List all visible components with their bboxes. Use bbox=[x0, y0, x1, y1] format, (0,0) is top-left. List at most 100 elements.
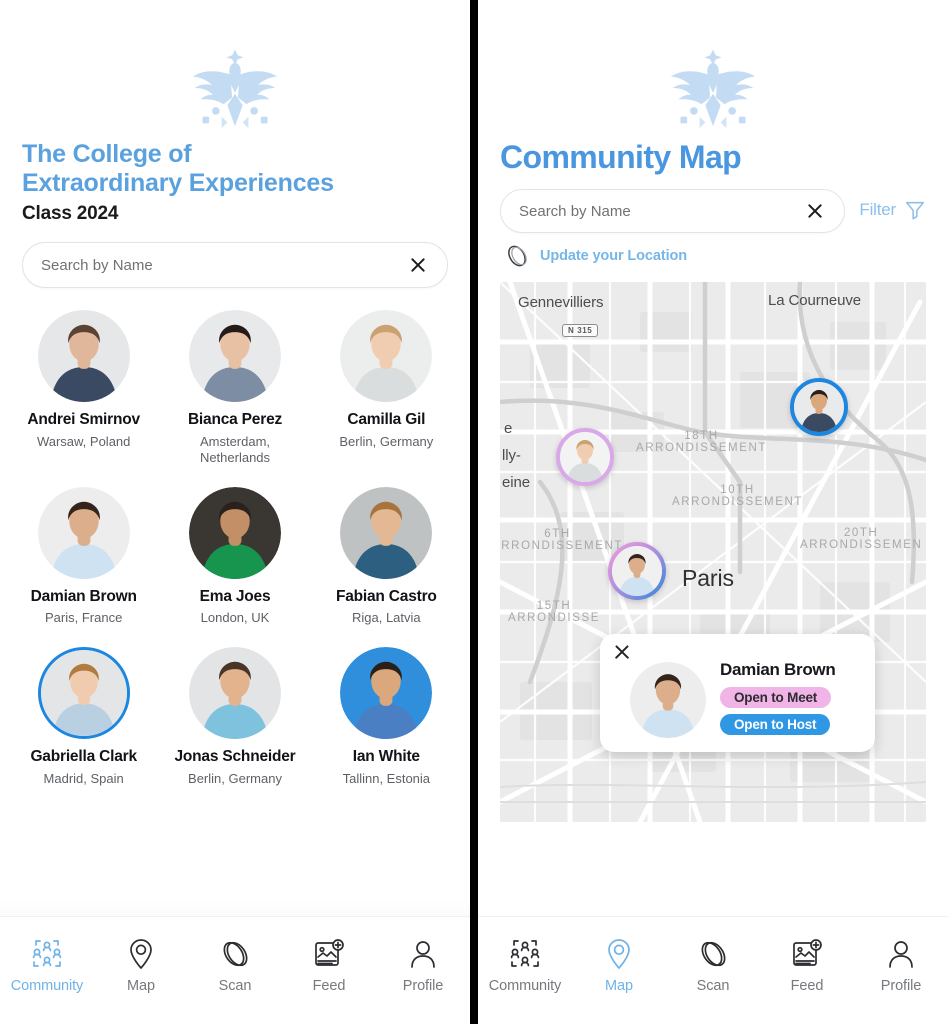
avatar-illustration bbox=[612, 546, 662, 597]
community-icon bbox=[510, 940, 540, 967]
close-icon[interactable] bbox=[804, 200, 826, 222]
road-shield-label: N 315 bbox=[562, 324, 599, 338]
map-page-title: Community Map bbox=[500, 139, 742, 175]
search-input[interactable] bbox=[41, 256, 407, 274]
member-grid: Andrei Smirnov Warsaw, Poland Bianca Perez… bbox=[8, 288, 462, 797]
avatar-illustration bbox=[188, 647, 281, 740]
brand-logo bbox=[478, 0, 948, 140]
person-icon bbox=[411, 941, 435, 968]
close-icon[interactable] bbox=[613, 643, 631, 661]
nav-item-map[interactable]: Map bbox=[98, 937, 184, 994]
update-location-label: Update your Location bbox=[540, 248, 688, 265]
community-icon bbox=[32, 940, 62, 967]
map-person-pin[interactable] bbox=[556, 428, 614, 487]
member-card[interactable]: Bianca Perez Amsterdam, Netherlands bbox=[159, 304, 310, 477]
member-location: Tallinn, Estonia bbox=[342, 770, 431, 786]
community-map[interactable]: Gennevilliers La Courneuve lly-eine e Paris 1… bbox=[500, 282, 926, 823]
community-screen: The College of Extraordinary Experiences… bbox=[0, 0, 470, 1024]
nav-item-label: Map bbox=[127, 978, 155, 994]
map-person-pin[interactable] bbox=[608, 542, 666, 600]
nav-item-scan[interactable]: Scan bbox=[670, 937, 756, 994]
page-title-line1: The College of bbox=[22, 140, 192, 168]
left-header: The College of Extraordinary Experiences… bbox=[0, 140, 470, 225]
map-screen: Community Map Filter Update your Locatio… bbox=[478, 0, 948, 1024]
nav-item-feed[interactable]: Feed bbox=[764, 937, 850, 994]
map-place-label: Paris bbox=[682, 565, 734, 592]
status-badge-open-to-meet[interactable]: Open to Meet bbox=[720, 686, 832, 708]
nav-item-label: Scan bbox=[218, 978, 252, 994]
funnel-icon bbox=[905, 202, 925, 220]
nav-item-profile[interactable]: Profile bbox=[380, 937, 466, 994]
avatar[interactable] bbox=[340, 310, 433, 402]
phoenix-emblem-icon bbox=[670, 49, 756, 129]
member-card[interactable]: Andrei Smirnov Warsaw, Poland bbox=[8, 304, 159, 477]
map-pin-icon bbox=[130, 939, 152, 969]
avatar bbox=[630, 662, 706, 739]
bottom-nav: Community Map Scan Feed Profile bbox=[478, 916, 948, 1024]
map-search-row: Filter bbox=[478, 175, 948, 234]
member-card[interactable]: Ian White Tallinn, Estonia bbox=[311, 641, 462, 797]
member-name: Ian White bbox=[352, 748, 420, 766]
avatar[interactable] bbox=[188, 647, 281, 740]
nav-item-community[interactable]: Community bbox=[482, 937, 568, 994]
nav-item-scan[interactable]: Scan bbox=[192, 937, 278, 994]
member-name: Gabriella Clark bbox=[30, 748, 137, 766]
filter-label: Filter bbox=[859, 200, 896, 220]
member-location: Madrid, Spain bbox=[43, 770, 124, 786]
person-icon bbox=[889, 941, 913, 968]
feed-image-icon bbox=[315, 939, 344, 966]
member-card[interactable]: Fabian Castro Riga, Latvia bbox=[311, 481, 462, 637]
member-location: Berlin, Germany bbox=[188, 770, 282, 786]
map-district-label: 10TH ARRONDISSEMENT bbox=[672, 484, 804, 509]
member-card[interactable]: Ema Joes London, UK bbox=[159, 481, 310, 637]
search-box[interactable] bbox=[22, 242, 448, 288]
left-search-row bbox=[0, 225, 470, 288]
update-location-button[interactable]: Update your Location bbox=[478, 233, 948, 268]
nav-item-label: Profile bbox=[402, 978, 444, 994]
member-name: Camilla Gil bbox=[347, 411, 426, 428]
page-title-line2: Extraordinary Experiences bbox=[22, 169, 334, 197]
nav-item-label: Scan bbox=[696, 978, 730, 994]
popup-person-name: Damian Brown bbox=[720, 659, 836, 679]
member-location: London, UK bbox=[200, 610, 270, 626]
avatar-illustration bbox=[340, 486, 433, 579]
avatar[interactable] bbox=[37, 486, 130, 579]
nav-item-community[interactable]: Community bbox=[4, 937, 90, 994]
avatar[interactable] bbox=[340, 647, 433, 740]
page-title: The College of Extraordinary Experiences bbox=[22, 140, 448, 198]
avatar[interactable] bbox=[188, 310, 281, 402]
member-card[interactable]: Camilla Gil Berlin, Germany bbox=[311, 304, 462, 477]
map-pin-icon bbox=[608, 939, 630, 969]
avatar[interactable] bbox=[188, 486, 281, 579]
avatar[interactable] bbox=[37, 647, 130, 740]
nav-item-profile[interactable]: Profile bbox=[858, 937, 944, 994]
map-person-pin[interactable] bbox=[790, 378, 848, 437]
map-place-label: eine bbox=[502, 474, 530, 492]
map-district-label: 15TH ARRONDISSE bbox=[508, 600, 601, 625]
map-search-box[interactable] bbox=[500, 189, 846, 234]
member-card[interactable]: Damian Brown Paris, France bbox=[8, 481, 159, 637]
map-profile-popup[interactable]: Damian Brown Open to Meet Open to Host bbox=[600, 634, 875, 753]
nav-item-label: Feed bbox=[312, 978, 346, 994]
member-card[interactable]: Jonas Schneider Berlin, Germany bbox=[159, 641, 310, 797]
map-place-label: e bbox=[504, 420, 513, 438]
map-district-label: 18TH ARRONDISSEMENT bbox=[636, 430, 768, 455]
avatar[interactable] bbox=[37, 310, 130, 402]
filter-button[interactable]: Filter bbox=[859, 199, 926, 223]
map-district-label: 20TH ARRONDISSEMEN bbox=[800, 527, 923, 552]
avatar[interactable] bbox=[340, 486, 433, 579]
feed-image-icon bbox=[793, 939, 822, 966]
member-location: Berlin, Germany bbox=[339, 433, 434, 449]
close-icon[interactable] bbox=[407, 254, 429, 276]
avatar-illustration bbox=[40, 650, 127, 737]
ring-icon bbox=[508, 245, 527, 267]
nav-item-map[interactable]: Map bbox=[576, 937, 662, 994]
member-name: Andrei Smirnov bbox=[27, 411, 140, 428]
map-search-input[interactable] bbox=[519, 202, 805, 220]
member-name: Ema Joes bbox=[199, 587, 271, 605]
member-list-scroll[interactable]: Andrei Smirnov Warsaw, Poland Bianca Perez… bbox=[0, 288, 470, 916]
dual-screen-mockup: The College of Extraordinary Experiences… bbox=[0, 0, 948, 1024]
status-badge-open-to-host[interactable]: Open to Host bbox=[720, 713, 831, 735]
member-card[interactable]: Gabriella Clark Madrid, Spain bbox=[8, 641, 159, 797]
nav-item-feed[interactable]: Feed bbox=[286, 937, 372, 994]
